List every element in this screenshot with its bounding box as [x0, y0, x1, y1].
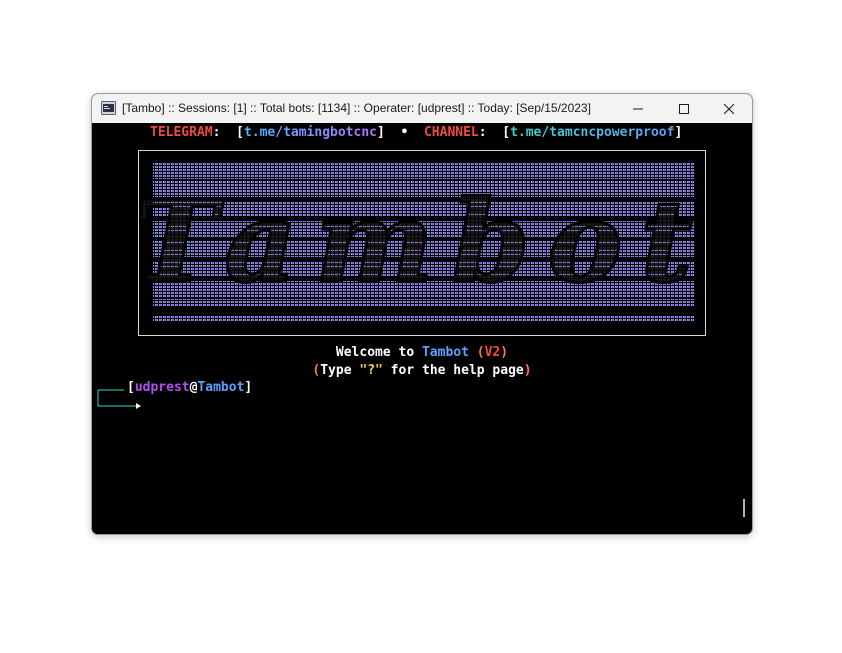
paren-open: (: [476, 345, 485, 360]
terminal-window: [Tambo] :: Sessions: [1] :: Total bots: …: [91, 93, 753, 535]
bracket: [: [127, 380, 135, 395]
welcome-version: V2: [484, 345, 501, 360]
banner-line: TELEGRAM: [t.me/tamingbotcnc] • CHANNEL:…: [150, 125, 682, 141]
channel-label: CHANNEL: [423, 125, 479, 140]
telegram-link[interactable]: t.me/tamingbotcnc: [244, 125, 377, 140]
bracket: ]: [674, 125, 683, 140]
bracket: ]: [377, 125, 401, 140]
logo-text: Tambot: [139, 177, 705, 308]
banner-stripe: [153, 315, 695, 321]
welcome-name: Tambot: [421, 345, 469, 360]
help-prefix: Type: [320, 363, 360, 378]
ascii-logo-banner: Tambot: [138, 150, 706, 336]
welcome-prefix: Welcome to: [335, 345, 422, 360]
prompt-user: udprest: [134, 380, 190, 395]
title-bar[interactable]: [Tambo] :: Sessions: [1] :: Total bots: …: [92, 94, 752, 123]
window-title: [Tambo] :: Sessions: [1] :: Total bots: …: [122, 101, 591, 115]
welcome-line: Welcome to Tambot (V2): [92, 345, 752, 361]
minimize-icon: [633, 108, 643, 109]
terminal-app-icon: [101, 101, 116, 115]
telegram-label: TELEGRAM: [150, 125, 213, 140]
maximize-icon: [679, 103, 689, 114]
paren-close: ): [500, 345, 509, 360]
help-hint-line: (Type "?" for the help page): [92, 363, 752, 379]
help-suffix: for the help page: [382, 363, 524, 378]
maximize-button[interactable]: [661, 94, 707, 123]
colon: : [: [478, 125, 511, 140]
channel-link[interactable]: t.me/tamcncpowerproof: [510, 125, 674, 140]
logo-graphic: Tambot: [139, 163, 705, 321]
console-area[interactable]: TELEGRAM: [t.me/tamingbotcnc] • CHANNEL:…: [92, 123, 752, 534]
paren-close: ): [523, 363, 532, 378]
help-key: "?": [359, 363, 383, 378]
colon: : [: [212, 125, 244, 140]
shell-prompt: [udprest@Tambot]: [127, 380, 252, 396]
scrollbar-thumb[interactable]: [743, 499, 745, 517]
close-button[interactable]: [706, 94, 752, 123]
close-icon: [724, 103, 734, 114]
minimize-button[interactable]: [615, 94, 661, 123]
bracket: ]: [244, 380, 253, 395]
prompt-host: Tambot: [197, 380, 245, 395]
